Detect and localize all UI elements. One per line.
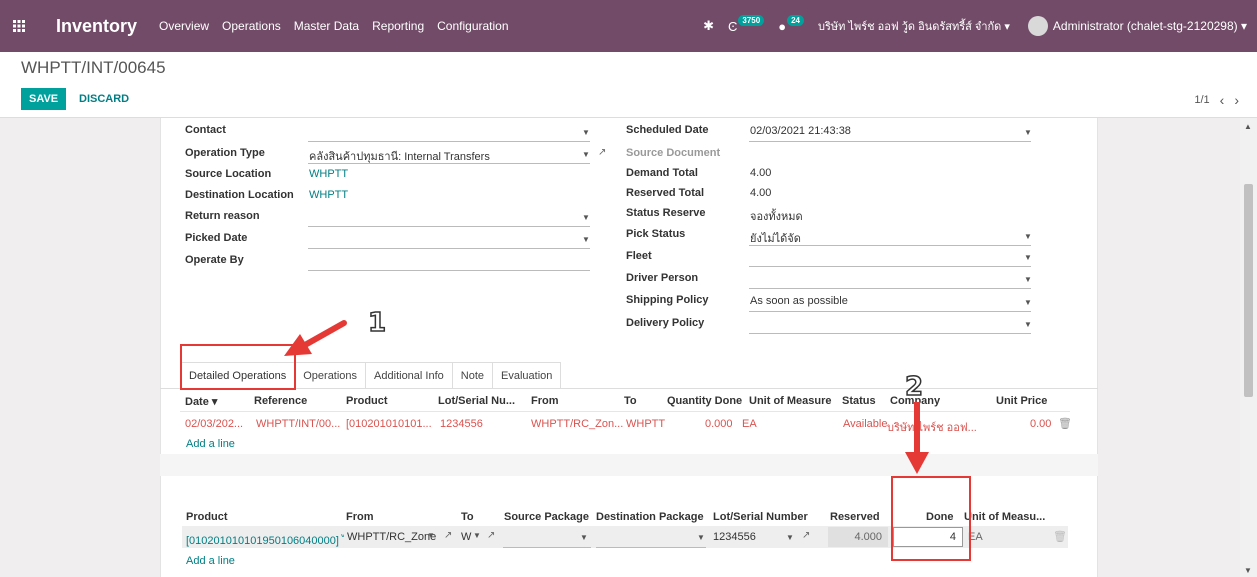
annotation-arrows xyxy=(284,320,929,474)
arrow-2-icon xyxy=(905,402,929,474)
arrow-1-icon xyxy=(284,320,347,356)
